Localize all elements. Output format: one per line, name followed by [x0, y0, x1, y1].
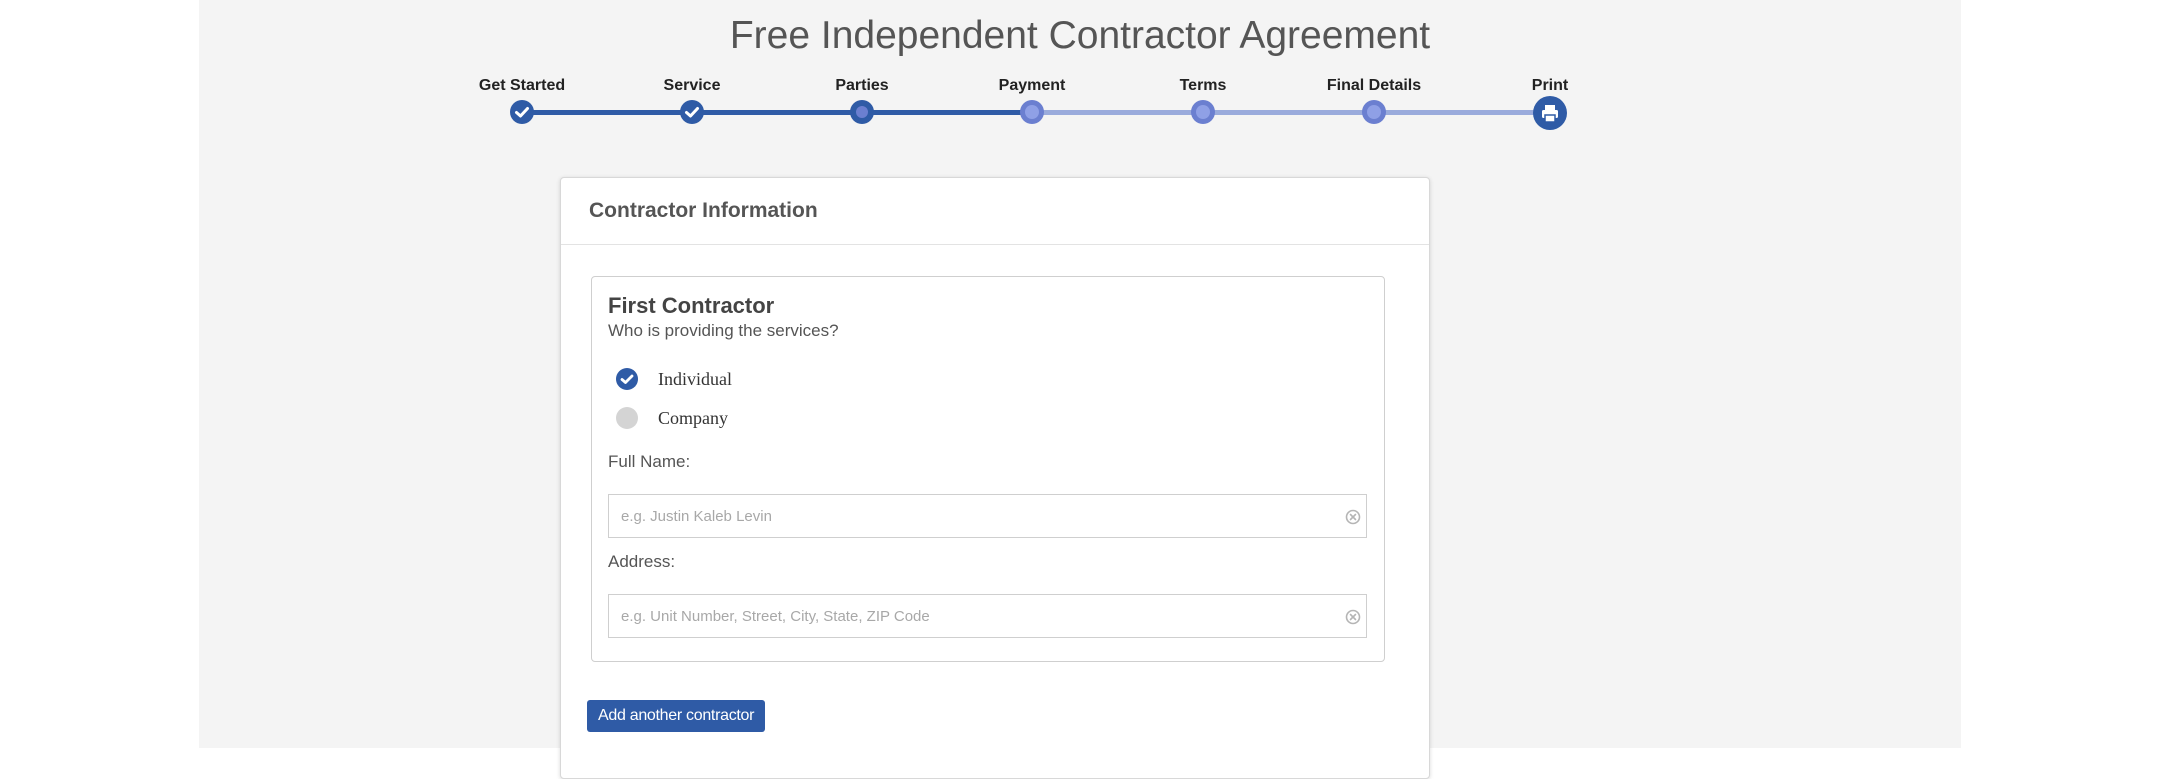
check-icon — [510, 100, 534, 124]
step-print[interactable]: Print — [1480, 72, 1620, 130]
page-background: Free Independent Contractor Agreement Ge… — [199, 0, 1961, 779]
section-title: First Contractor — [608, 293, 775, 318]
step-parties[interactable]: Parties — [792, 72, 932, 124]
clear-icon[interactable] — [1345, 609, 1361, 625]
full-name-input[interactable] — [609, 495, 1321, 537]
step-label: Payment — [998, 77, 1066, 94]
step-terms[interactable]: Terms — [1133, 72, 1273, 124]
dot-icon — [850, 100, 874, 124]
radio-individual[interactable]: Individual — [616, 367, 732, 391]
step-label: Get Started — [478, 77, 566, 94]
card-title: Contractor Information — [589, 199, 818, 222]
dot-icon — [1020, 100, 1044, 124]
contractor-information-card: Contractor Information First Contractor … — [560, 177, 1430, 779]
check-icon — [680, 100, 704, 124]
step-payment[interactable]: Payment — [962, 72, 1102, 124]
section-subtitle: Who is providing the services? — [608, 321, 839, 340]
radio-label-company: Company — [658, 407, 728, 428]
step-final-details[interactable]: Final Details — [1304, 72, 1444, 124]
radio-company[interactable]: Company — [616, 406, 728, 430]
add-another-contractor-button[interactable]: Add another contractor — [587, 700, 766, 732]
step-service[interactable]: Service — [622, 72, 762, 124]
dot-icon — [1362, 100, 1386, 124]
progress-stepper: Get Started Service Parties Payment Term… — [199, 72, 1961, 132]
address-input[interactable] — [609, 595, 1321, 637]
clear-icon[interactable] — [1345, 509, 1361, 525]
radio-unchecked-icon[interactable] — [616, 407, 638, 429]
address-label: Address: — [608, 552, 676, 571]
card-header: Contractor Information — [561, 178, 1429, 245]
page-title: Free Independent Contractor Agreement — [729, 14, 1431, 57]
radio-label-individual: Individual — [658, 368, 732, 389]
stepper-line-completed — [522, 110, 1032, 115]
step-label: Terms — [1179, 77, 1227, 94]
radio-checked-icon[interactable] — [616, 368, 638, 390]
full-name-label: Full Name: — [608, 452, 691, 471]
dot-icon — [1191, 100, 1215, 124]
step-get-started[interactable]: Get Started — [452, 72, 592, 124]
step-label: Final Details — [1326, 77, 1422, 94]
address-field — [608, 594, 1367, 638]
printer-icon — [1533, 96, 1567, 130]
step-label: Parties — [835, 77, 889, 94]
first-contractor-section: First Contractor Who is providing the se… — [591, 276, 1385, 662]
stepper-line-pending — [1032, 110, 1550, 115]
step-label: Service — [663, 77, 721, 94]
full-name-field — [608, 494, 1367, 538]
